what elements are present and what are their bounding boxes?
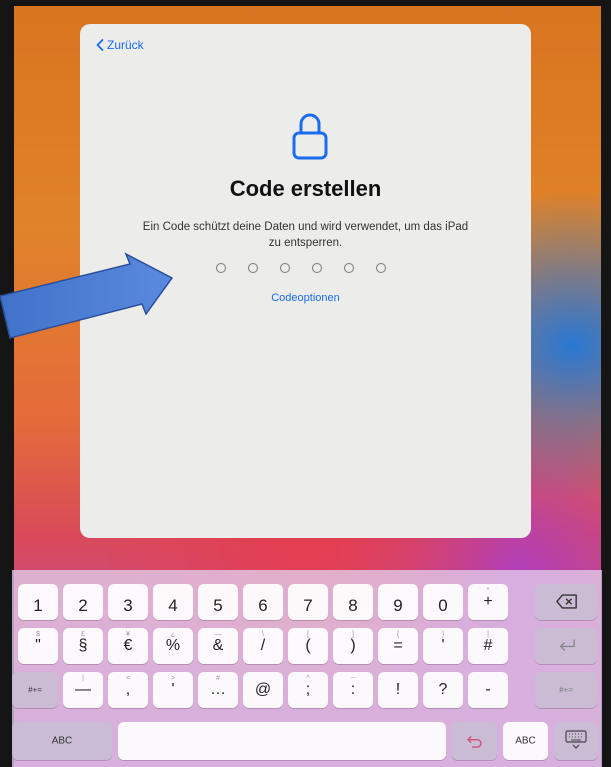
abc-key-right[interactable]: ABC bbox=[503, 722, 548, 760]
space-bar[interactable] bbox=[118, 722, 446, 760]
passcode-dots[interactable] bbox=[216, 263, 386, 273]
key-2[interactable]: 2 bbox=[63, 584, 103, 620]
key-colon[interactable]: ~: bbox=[333, 672, 373, 708]
key-section[interactable]: £ § bbox=[63, 628, 103, 664]
back-label: Zurück bbox=[107, 38, 144, 52]
key-9[interactable]: 9 bbox=[378, 584, 418, 620]
passcode-dot bbox=[216, 263, 226, 273]
passcode-dot bbox=[248, 263, 258, 273]
key-hash[interactable]: | # bbox=[468, 628, 508, 664]
keyboard-hide-icon bbox=[565, 730, 587, 749]
device-bezel-right bbox=[601, 0, 611, 767]
key-5[interactable]: 5 bbox=[198, 584, 238, 620]
key-at[interactable]: @ bbox=[243, 672, 283, 708]
key-slash[interactable]: \ / bbox=[243, 628, 283, 664]
hide-keyboard-key[interactable] bbox=[554, 722, 598, 760]
symbols-key-right[interactable]: #+= bbox=[535, 672, 597, 708]
chevron-left-icon bbox=[96, 39, 104, 51]
delete-key[interactable] bbox=[535, 584, 597, 620]
passcode-dot bbox=[376, 263, 386, 273]
key-3[interactable]: 3 bbox=[108, 584, 148, 620]
undo-icon bbox=[467, 736, 482, 748]
key-comma[interactable]: <, bbox=[108, 672, 148, 708]
page-title: Code erstellen bbox=[229, 176, 382, 201]
undo-key[interactable] bbox=[452, 722, 497, 760]
key-7[interactable]: 7 bbox=[288, 584, 328, 620]
back-button[interactable]: Zurück bbox=[96, 38, 144, 52]
key-percent[interactable]: ¿% bbox=[153, 628, 193, 664]
passcode-dot bbox=[312, 263, 322, 273]
key-plus[interactable]: * + bbox=[468, 584, 508, 620]
passcode-dot bbox=[280, 263, 290, 273]
key-close-paren[interactable]: ]) bbox=[333, 628, 373, 664]
key-open-paren[interactable]: [( bbox=[288, 628, 328, 664]
lock-icon bbox=[292, 113, 328, 160]
return-key[interactable] bbox=[535, 628, 597, 664]
key-quote[interactable]: $ " bbox=[18, 628, 58, 664]
key-semicolon[interactable]: ^; bbox=[288, 672, 328, 708]
annotation-arrow-icon bbox=[0, 252, 174, 339]
key-apostrophe-2[interactable]: > ' bbox=[153, 672, 193, 708]
key-apostrophe[interactable]: } ' bbox=[423, 628, 463, 664]
abc-key-left[interactable]: ABC bbox=[12, 722, 112, 760]
delete-backward-icon bbox=[556, 594, 577, 609]
key-euro[interactable]: ¥ € bbox=[108, 628, 148, 664]
key-0[interactable]: 0 bbox=[423, 584, 463, 620]
key-ellipsis[interactable]: #… bbox=[198, 672, 238, 708]
key-question[interactable]: ? bbox=[423, 672, 463, 708]
key-4[interactable]: 4 bbox=[153, 584, 193, 620]
key-hyphen[interactable]: - bbox=[468, 672, 508, 708]
key-ampersand[interactable]: — & bbox=[198, 628, 238, 664]
passcode-dot bbox=[344, 263, 354, 273]
device-bezel-top bbox=[0, 0, 611, 6]
keyboard: 1 2 3 4 5 6 7 8 9 0 * + $ " £ § ¥ € ¿% — & \ /… bbox=[12, 570, 602, 767]
key-exclamation[interactable]: ! bbox=[378, 672, 418, 708]
symbols-key-left[interactable]: #+= bbox=[12, 672, 58, 708]
key-8[interactable]: 8 bbox=[333, 584, 373, 620]
key-equals[interactable]: {= bbox=[378, 628, 418, 664]
key-emdash[interactable]: | — bbox=[63, 672, 103, 708]
return-icon bbox=[560, 639, 575, 651]
key-6[interactable]: 6 bbox=[243, 584, 283, 620]
key-1[interactable]: 1 bbox=[18, 584, 58, 620]
page-subtitle: Ein Code schützt deine Daten und wird ve… bbox=[142, 221, 469, 249]
